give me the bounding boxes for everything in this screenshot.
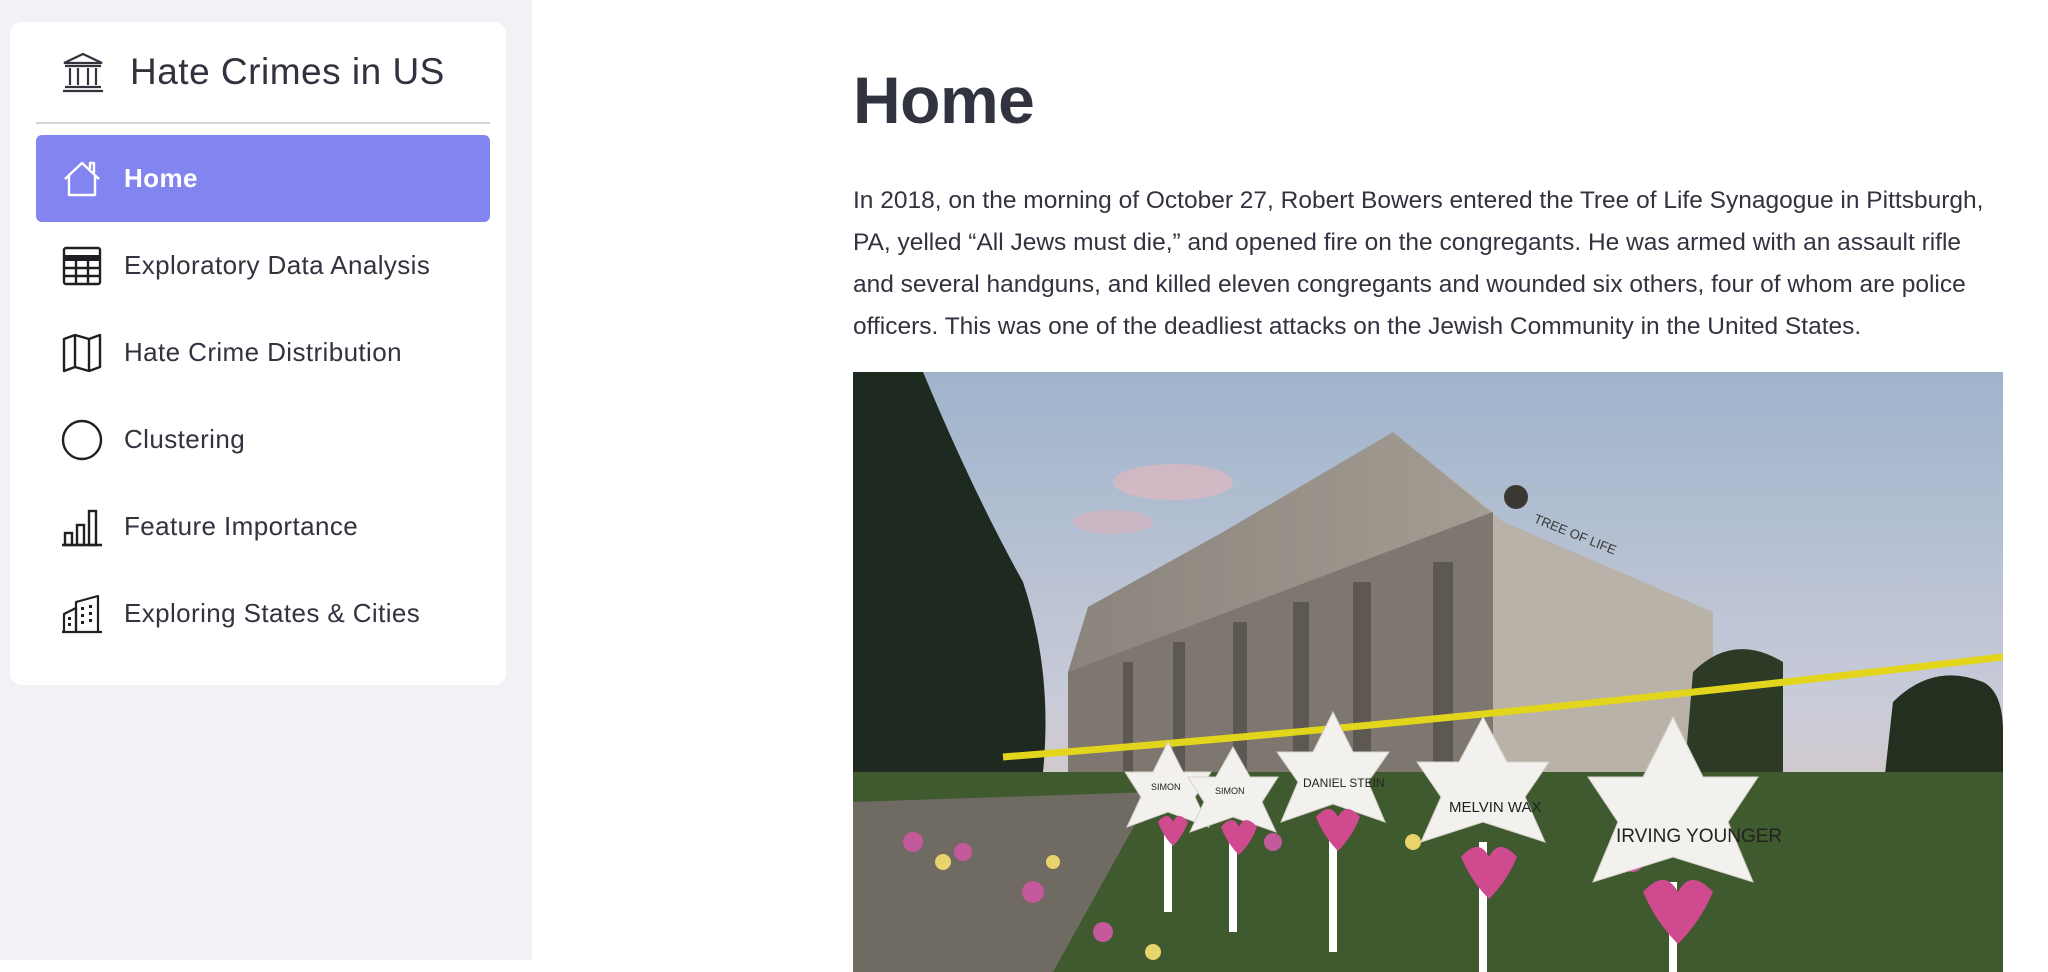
nav-item-label: Feature Importance (124, 511, 359, 541)
nav-item-home[interactable]: Home (36, 135, 490, 222)
house-icon (64, 161, 100, 196)
buildings-icon (62, 594, 102, 633)
star-name: DANIEL STEIN (1303, 776, 1385, 790)
bar-chart-icon (62, 509, 102, 546)
table-icon (62, 246, 102, 285)
nav-item-exploratory-data-analysis[interactable]: Exploratory Data Analysis (36, 222, 490, 309)
sidebar: Hate Crimes in US Home Exploratory Data … (0, 0, 532, 960)
nav-item-hate-crime-distribution[interactable]: Hate Crime Distribution (36, 309, 490, 396)
synagogue-memorial-photo: TREE OF LIFE SIMON SIMON DANIEL STEIN ME… (853, 372, 2003, 972)
star-name: MELVIN WAX (1449, 799, 1542, 816)
intro-paragraph: In 2018, on the morning of October 27, R… (853, 187, 1984, 340)
nav-item-label: Hate Crime Distribution (124, 337, 402, 367)
star-name: SIMON (1151, 782, 1181, 792)
nav-item-clustering[interactable]: Clustering (36, 396, 490, 483)
nav-list: Home Exploratory Data Analysis Hate Crim… (36, 135, 490, 657)
nav-item-feature-importance[interactable]: Feature Importance (36, 483, 490, 570)
star-name: IRVING YOUNGER (1616, 826, 1782, 847)
nav-item-label: Exploring States & Cities (124, 598, 421, 628)
page-title: Home (853, 63, 1035, 137)
nav-menu: Hate Crimes in US Home Exploratory Data … (10, 22, 506, 685)
app-title: Hate Crimes in US (130, 51, 445, 92)
photo-illustration: TREE OF LIFE SIMON SIMON DANIEL STEIN ME… (853, 372, 2003, 972)
nav-item-label: Exploratory Data Analysis (124, 250, 431, 280)
bank-icon (63, 52, 103, 93)
circle-icon (61, 419, 103, 460)
menu-header: Hate Crimes in US (36, 22, 490, 124)
star-name: SIMON (1215, 786, 1245, 796)
map-icon (62, 333, 102, 372)
nav-item-label: Home (124, 163, 198, 193)
nav-item-exploring-states-cities[interactable]: Exploring States & Cities (36, 570, 490, 657)
nav-item-label: Clustering (124, 424, 246, 454)
